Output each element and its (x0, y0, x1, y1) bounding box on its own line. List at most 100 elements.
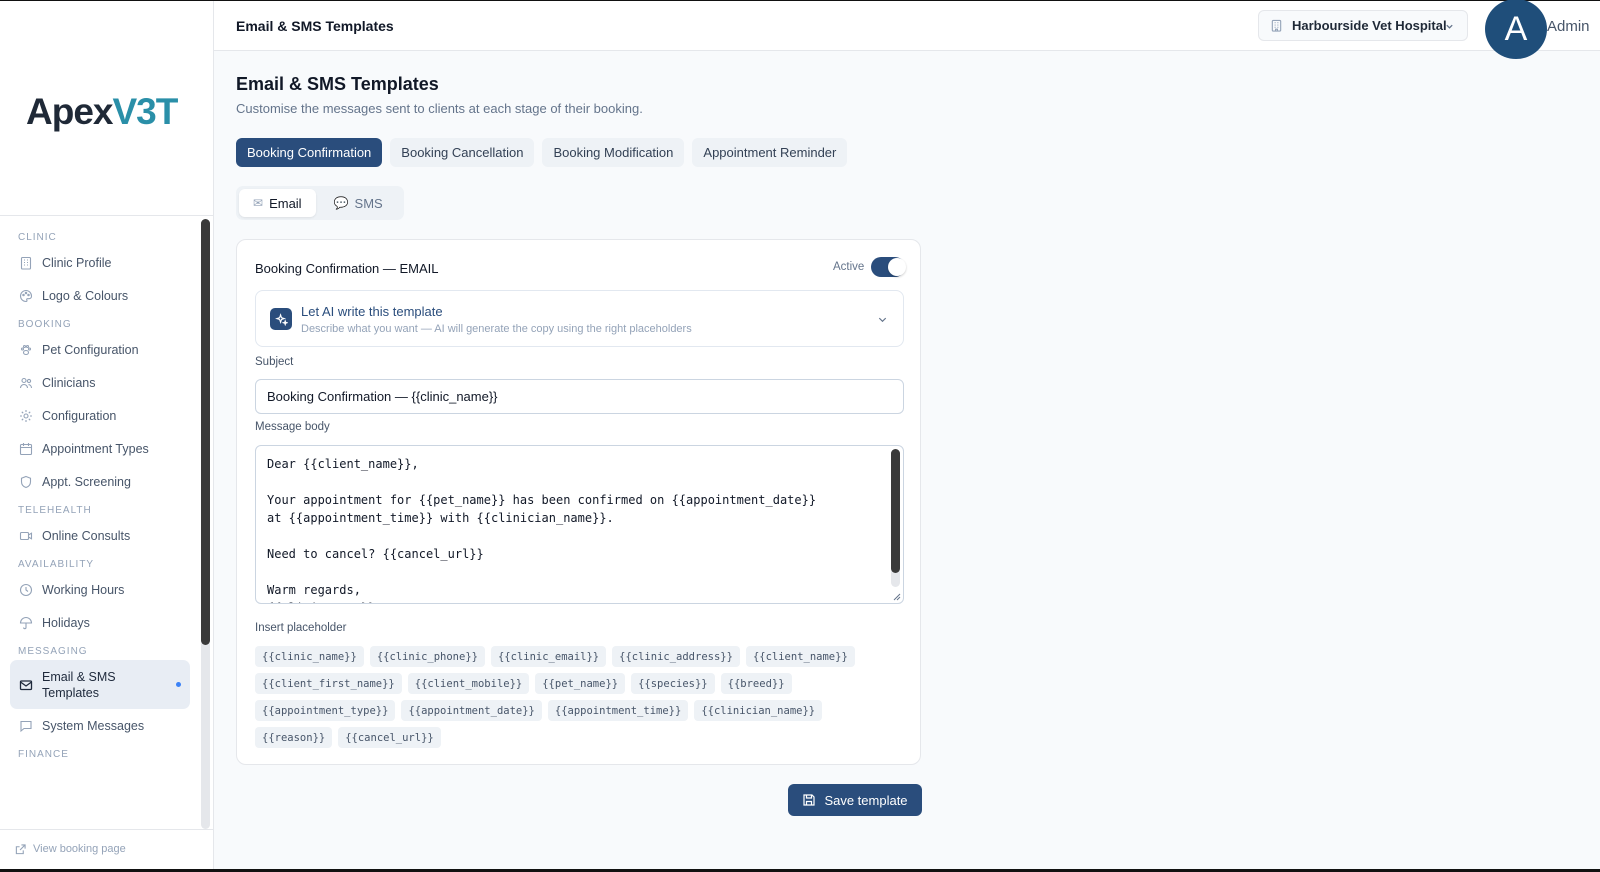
save-template-button[interactable]: Save template (788, 784, 922, 816)
chat-icon (19, 719, 33, 733)
nav-section-label: AVAILABILITY (18, 559, 95, 570)
tab-booking-modification[interactable]: Booking Modification (542, 138, 685, 167)
channel-switcher: ✉ Email 💬 SMS (236, 186, 404, 220)
placeholder-chip[interactable]: {{pet_name}} (535, 673, 626, 694)
logo-text-vet: V3T (112, 91, 178, 132)
sidebar-item-label: Online Consults (42, 528, 131, 543)
placeholder-chip[interactable]: {{reason}} (255, 727, 333, 748)
sidebar-item-online-consults[interactable]: Online Consults (10, 519, 190, 552)
sidebar-item-holidays[interactable]: Holidays (10, 606, 190, 639)
placeholder-chip[interactable]: {{clinic_phone}} (369, 646, 485, 667)
placeholder-chip[interactable]: {{clinic_address}} (612, 646, 740, 667)
placeholder-chip[interactable]: {{appointment_type}} (255, 700, 396, 721)
nav-section-label: TELEHEALTH (18, 505, 92, 516)
view-booking-link[interactable]: View booking page (15, 843, 126, 855)
tab-booking-confirmation[interactable]: Booking Confirmation (236, 138, 383, 167)
topbar-title: Email & SMS Templates (236, 18, 394, 34)
view-booking-label: View booking page (33, 843, 126, 855)
video-icon (19, 529, 33, 543)
palette-icon (19, 289, 33, 303)
channel-sms-button[interactable]: 💬 SMS (320, 189, 397, 217)
nav-section-label: MESSAGING (18, 646, 88, 657)
gear-icon (19, 409, 33, 423)
page-title: Email & SMS Templates (236, 74, 439, 94)
placeholder-chip[interactable]: {{clinic_name}} (255, 646, 364, 667)
template-tabs: Booking Confirmation Booking Cancellation… (236, 138, 848, 167)
toggle-knob (888, 258, 906, 276)
sidebar-item-configuration[interactable]: Configuration (10, 399, 190, 432)
nav-section-label: CLINIC (18, 232, 57, 243)
nav-section-label: FINANCE (18, 749, 69, 760)
placeholder-chip[interactable]: {{appointment_time}} (547, 700, 689, 721)
tab-appointment-reminder[interactable]: Appointment Reminder (692, 138, 848, 167)
calendar-icon (19, 442, 33, 456)
sidebar-item-label: System Messages (42, 718, 145, 733)
sidebar-item-clinic-profile[interactable]: Clinic Profile (10, 246, 190, 279)
shield-icon (19, 475, 33, 489)
topbar: Email & SMS Templates Harbourside Vet Ho… (214, 0, 1600, 59)
sidebar-item-label: Working Hours (42, 582, 125, 597)
sidebar-item-label: Pet Configuration (42, 342, 139, 357)
speech-bubble-icon: 💬 (333, 196, 349, 210)
placeholder-chip[interactable]: {{clinician_name}} (694, 700, 823, 721)
sidebar-item-email-sms-templates[interactable]: Email & SMS Templates (10, 660, 190, 709)
paw-icon (19, 343, 33, 357)
sidebar-item-appt-screening[interactable]: Appt. Screening (10, 465, 190, 498)
sidebar-item-logo-colours[interactable]: Logo & Colours (10, 279, 190, 312)
insert-placeholder-label: Insert placeholder (255, 622, 347, 634)
sidebar-item-pet-configuration[interactable]: Pet Configuration (10, 333, 190, 366)
sidebar-item-system-messages[interactable]: System Messages (10, 709, 190, 742)
chevron-down-icon[interactable] (877, 314, 888, 325)
sidebar: Apex V3T CLINIC Clinic Profile Logo & Colou… (0, 1, 214, 869)
avatar[interactable]: A (1485, 0, 1547, 59)
sidebar-item-working-hours[interactable]: Working Hours (10, 573, 190, 606)
umbrella-icon (19, 616, 33, 630)
placeholder-chip[interactable]: {{cancel_url}} (338, 727, 441, 748)
clinic-name: Harbourside Vet Hospital (1292, 18, 1447, 33)
logo: Apex V3T (26, 87, 178, 137)
sidebar-scrollbar-thumb[interactable] (201, 219, 210, 645)
placeholder-chip[interactable]: {{client_first_name}} (255, 673, 402, 694)
sidebar-item-label: Email & SMS Templates (42, 669, 116, 700)
placeholder-chip[interactable]: {{client_name}} (745, 646, 855, 667)
building-icon (19, 256, 33, 270)
message-body-label: Message body (255, 421, 330, 433)
active-indicator-dot (176, 682, 181, 687)
sidebar-item-label: Clinicians (42, 375, 96, 390)
users-icon (19, 376, 33, 390)
placeholder-list: {{clinic_name}} {{clinic_phone}} {{clinic_… (255, 646, 895, 748)
subject-input[interactable] (255, 379, 904, 414)
chevron-down-icon (1445, 22, 1454, 31)
mail-icon (19, 678, 33, 692)
editor-title: Booking Confirmation — EMAIL (255, 261, 439, 276)
placeholder-chip[interactable]: {{appointment_date}} (401, 700, 542, 721)
divider (0, 829, 213, 830)
nav-section-label: BOOKING (18, 319, 72, 330)
placeholder-chip[interactable]: {{client_mobile}} (407, 673, 530, 694)
user-name[interactable]: Admin (1547, 18, 1590, 35)
message-body-textarea[interactable]: Dear {{client_name}}, Your appointment f… (255, 445, 904, 604)
clinic-selector[interactable]: Harbourside Vet Hospital (1258, 10, 1468, 41)
channel-email-button[interactable]: ✉ Email (239, 189, 316, 217)
message-body-text[interactable]: Dear {{client_name}}, Your appointment f… (267, 455, 882, 603)
textarea-scrollbar-thumb[interactable] (891, 449, 900, 573)
sidebar-item-appointment-types[interactable]: Appointment Types (10, 432, 190, 465)
sidebar-item-clinicians[interactable]: Clinicians (10, 366, 190, 399)
placeholder-chip[interactable]: {{species}} (631, 673, 715, 694)
tab-booking-cancellation[interactable]: Booking Cancellation (390, 138, 535, 167)
active-toggle[interactable] (871, 257, 906, 277)
ai-write-panel[interactable]: Let AI write this template Describe what… (255, 290, 904, 347)
template-editor-card: Booking Confirmation — EMAIL Active Let … (236, 239, 921, 765)
placeholder-chip[interactable]: {{clinic_email}} (490, 646, 607, 667)
sidebar-item-label: Appointment Types (42, 441, 149, 456)
sidebar-item-label: Holidays (42, 615, 90, 630)
save-template-label: Save template (824, 792, 908, 808)
clock-icon (19, 583, 33, 597)
sidebar-item-label: Clinic Profile (42, 255, 112, 270)
sidebar-item-label: Configuration (42, 408, 117, 423)
sidebar-item-label: Logo & Colours (42, 288, 129, 303)
envelope-icon: ✉ (253, 196, 264, 210)
resize-handle-icon[interactable] (892, 592, 901, 601)
placeholder-chip[interactable]: {{breed}} (720, 673, 792, 694)
building-icon (1270, 19, 1283, 32)
